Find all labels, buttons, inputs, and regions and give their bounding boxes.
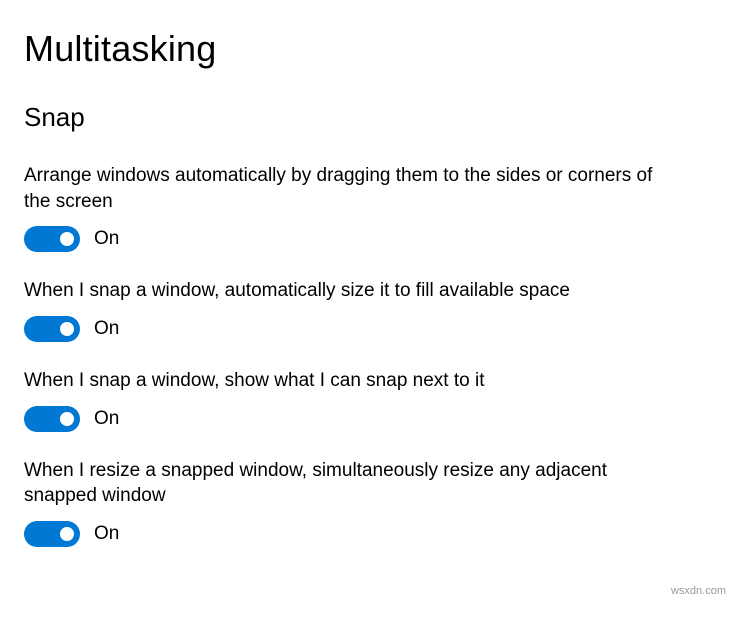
watermark: wsxdn.com <box>671 585 726 597</box>
toggle-row: On <box>24 226 708 252</box>
setting-snap-assist: When I snap a window, show what I can sn… <box>24 368 708 432</box>
toggle-knob-icon <box>60 412 74 426</box>
toggle-state-label: On <box>94 408 119 430</box>
setting-snap-arrange: Arrange windows automatically by draggin… <box>24 163 708 252</box>
toggle-snap-arrange[interactable] <box>24 226 80 252</box>
setting-snap-fill: When I snap a window, automatically size… <box>24 278 708 342</box>
page-title: Multitasking <box>24 28 708 70</box>
toggle-snap-resize[interactable] <box>24 521 80 547</box>
toggle-state-label: On <box>94 228 119 250</box>
toggle-knob-icon <box>60 527 74 541</box>
toggle-state-label: On <box>94 523 119 545</box>
toggle-knob-icon <box>60 322 74 336</box>
section-title-snap: Snap <box>24 102 708 133</box>
setting-label: When I resize a snapped window, simultan… <box>24 458 684 509</box>
setting-label: When I snap a window, show what I can sn… <box>24 368 684 394</box>
toggle-row: On <box>24 406 708 432</box>
toggle-row: On <box>24 521 708 547</box>
setting-label: When I snap a window, automatically size… <box>24 278 684 304</box>
toggle-row: On <box>24 316 708 342</box>
toggle-snap-fill[interactable] <box>24 316 80 342</box>
toggle-state-label: On <box>94 318 119 340</box>
toggle-knob-icon <box>60 232 74 246</box>
setting-snap-resize: When I resize a snapped window, simultan… <box>24 458 708 547</box>
toggle-snap-assist[interactable] <box>24 406 80 432</box>
setting-label: Arrange windows automatically by draggin… <box>24 163 684 214</box>
